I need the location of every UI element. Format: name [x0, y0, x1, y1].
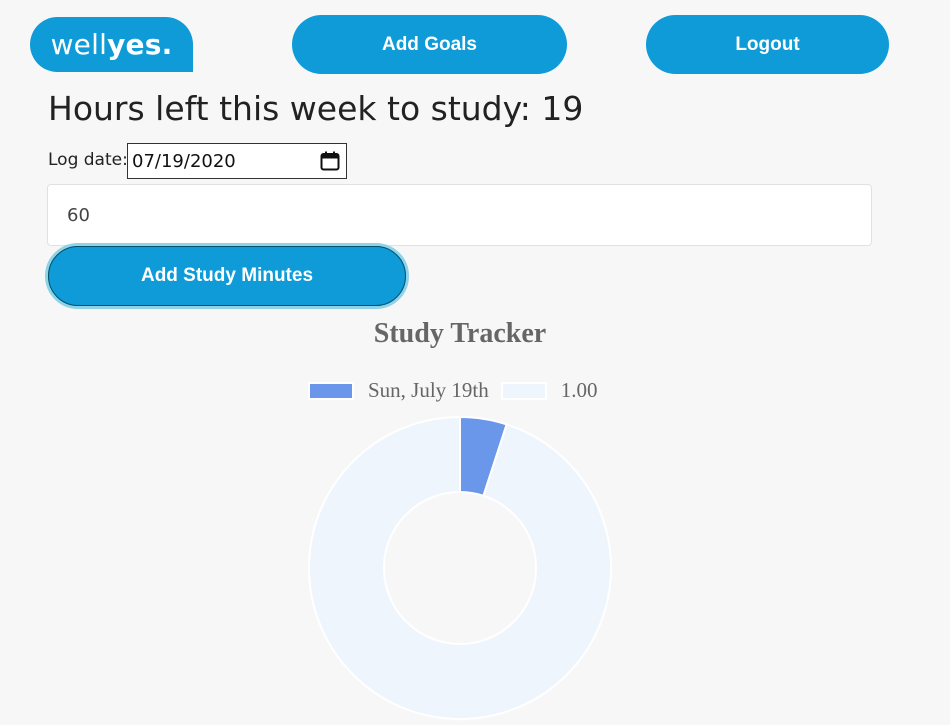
log-date-input[interactable]: 07/19/2020 [127, 143, 347, 179]
study-tracker-chart: Study Tracker Sun, July 19th 1.00 [0, 310, 950, 725]
focus-ring [48, 246, 406, 306]
logo-text-light: well [50, 28, 108, 61]
add-goals-button[interactable]: Add Goals [292, 15, 567, 74]
page-title: Hours left this week to study: 19 [48, 89, 584, 128]
calendar-icon[interactable] [320, 151, 340, 171]
logout-button[interactable]: Logout [646, 15, 889, 74]
study-minutes-input[interactable]: 60 [47, 184, 872, 246]
logo-text-bold: yes. [107, 28, 173, 61]
add-study-minutes-button[interactable]: Add Study Minutes [45, 243, 409, 309]
donut-slice-2[interactable] [308, 415, 612, 720]
log-date-value: 07/19/2020 [132, 150, 236, 172]
log-date-label: Log date: [48, 150, 128, 170]
donut-chart [308, 415, 612, 720]
brand-logo[interactable]: well yes. [30, 17, 193, 72]
